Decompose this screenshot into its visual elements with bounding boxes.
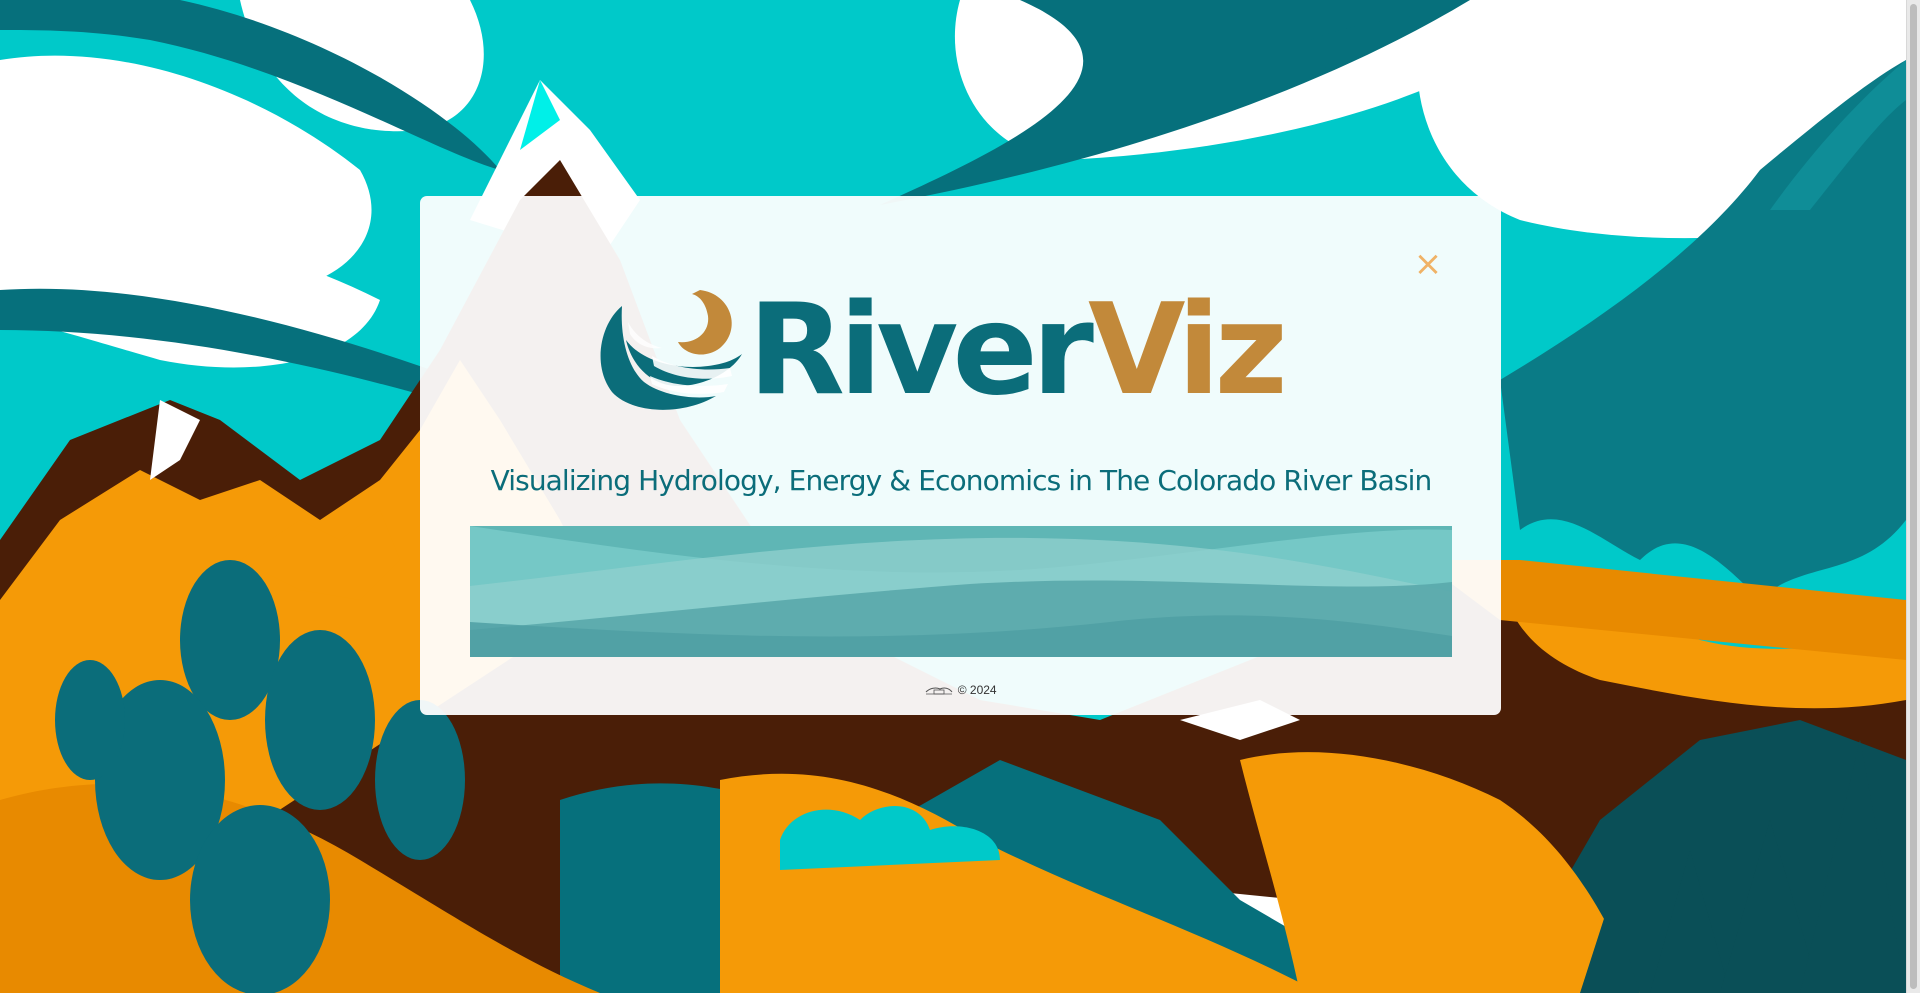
- app-name: RiverViz: [748, 280, 1288, 420]
- page-scrollbar[interactable]: [1906, 0, 1920, 993]
- close-icon[interactable]: ×: [1410, 246, 1446, 282]
- partner-logo-icon: [926, 687, 953, 695]
- wave-banner-graphic: [470, 526, 1452, 657]
- app-name-viz: Viz: [1087, 276, 1288, 423]
- river-wave-logo-icon: [600, 290, 742, 410]
- scrollbar-thumb[interactable]: [1910, 4, 1917, 989]
- app-name-river: River: [748, 276, 1094, 423]
- footer: © 2024: [420, 682, 1501, 697]
- welcome-modal: × RiverViz Visualizing Hydrology, Energy…: [420, 196, 1501, 715]
- copyright-text: © 2024: [957, 682, 997, 697]
- app-tagline: Visualizing Hydrology, Energy & Economic…: [490, 464, 1433, 497]
- app-logo: RiverViz: [592, 280, 1337, 420]
